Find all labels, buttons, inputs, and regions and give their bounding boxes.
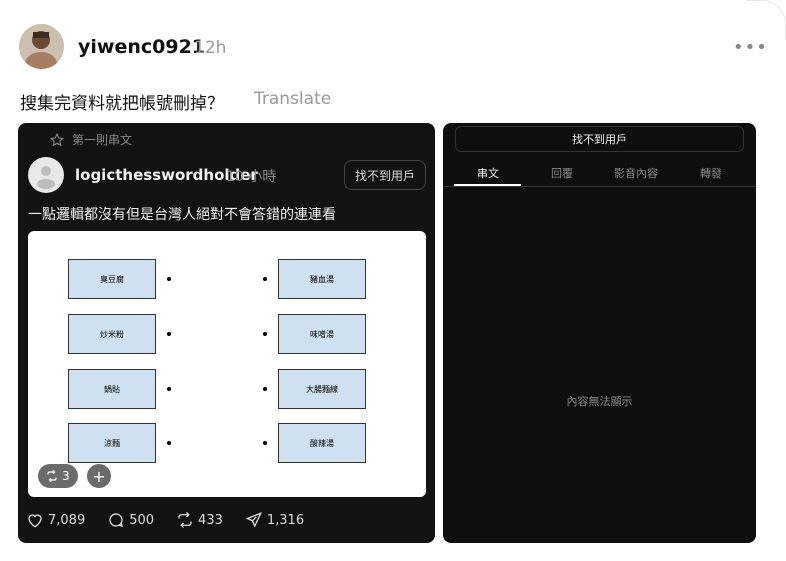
right-dot — [263, 441, 267, 445]
matching-quiz-image[interactable]: 臭豆腐 炒米粉 鍋貼 涼麵 豬血湯 味噌湯 大腸麵線 酸辣湯 — [28, 231, 426, 497]
profile-header: 找不到用戶 — [455, 126, 744, 152]
post-text: 搜集完資料就把帳號刪掉？ — [20, 94, 224, 114]
quoted-avatar[interactable] — [28, 157, 64, 193]
avatar[interactable] — [19, 24, 64, 69]
post-username[interactable]: yiwenc0921 — [78, 36, 205, 58]
heart-icon — [28, 514, 42, 528]
comment-stat[interactable]: 500 — [107, 511, 154, 529]
left-item: 臭豆腐 — [68, 259, 156, 299]
left-dot — [167, 332, 171, 336]
right-item: 大腸麵線 — [278, 369, 366, 409]
quoted-text: 一點邏輯都沒有但是台灣人絕對不會答錯的連連看 — [28, 207, 336, 223]
star-icon — [50, 132, 64, 146]
comment-count: 500 — [129, 512, 155, 528]
repost-count-badge[interactable]: 3 — [38, 464, 78, 488]
left-dot — [167, 441, 171, 445]
right-dot — [263, 332, 267, 336]
like-stat[interactable]: 7,089 — [26, 511, 85, 529]
translate-link[interactable]: Translate — [254, 89, 331, 109]
right-item: 味噌湯 — [278, 314, 366, 354]
left-item: 鍋貼 — [68, 369, 156, 409]
repost-icon — [178, 512, 192, 528]
stats-bar: 7,089 500 433 1,316 — [26, 511, 326, 529]
repost-badge-count: 3 — [62, 469, 70, 483]
right-dot — [263, 387, 267, 391]
plus-icon: + — [92, 466, 106, 486]
tab-reposts[interactable]: 轉發 — [700, 165, 722, 181]
share-stat[interactable]: 1,316 — [245, 511, 304, 529]
window-corner — [746, 0, 786, 40]
more-options-icon[interactable]: ••• — [733, 37, 767, 58]
left-item: 炒米粉 — [68, 314, 156, 354]
profile-preview-card: 找不到用戶 串文 回覆 影音內容 轉發 內容無法顯示 — [443, 123, 756, 543]
right-item: 酸辣湯 — [278, 423, 366, 463]
left-item: 涼麵 — [68, 423, 156, 463]
right-item: 豬血湯 — [278, 259, 366, 299]
quoted-post-card[interactable]: 第一則串文 logicthesswordholder 10 小時 找不到用戶 一… — [18, 123, 435, 543]
comment-icon — [109, 513, 124, 527]
page: yiwenc0921 12h ••• 搜集完資料就把帳號刪掉？ Translat… — [0, 0, 786, 561]
repost-count: 433 — [198, 512, 223, 528]
pinned-label: 第一則串文 — [72, 133, 133, 147]
repost-stat[interactable]: 433 — [176, 511, 223, 529]
tab-replies[interactable]: 回覆 — [551, 165, 573, 181]
right-dot — [263, 277, 267, 281]
share-count: 1,316 — [266, 512, 305, 528]
active-tab-indicator — [454, 184, 521, 186]
like-count: 7,089 — [48, 512, 86, 528]
post-time: 12h — [194, 38, 227, 58]
left-dot — [167, 387, 171, 391]
empty-content-text: 內容無法顯示 — [566, 395, 633, 408]
repost-icon — [47, 470, 57, 482]
tab-media[interactable]: 影音內容 — [614, 165, 658, 181]
tab-threads[interactable]: 串文 — [477, 165, 499, 181]
send-icon — [245, 512, 262, 528]
add-button[interactable]: + — [87, 464, 111, 488]
pinned-row: 第一則串文 — [50, 131, 132, 148]
left-dot — [167, 277, 171, 281]
quoted-time: 10 小時 — [226, 169, 277, 185]
user-not-found-button[interactable]: 找不到用戶 — [344, 160, 426, 190]
